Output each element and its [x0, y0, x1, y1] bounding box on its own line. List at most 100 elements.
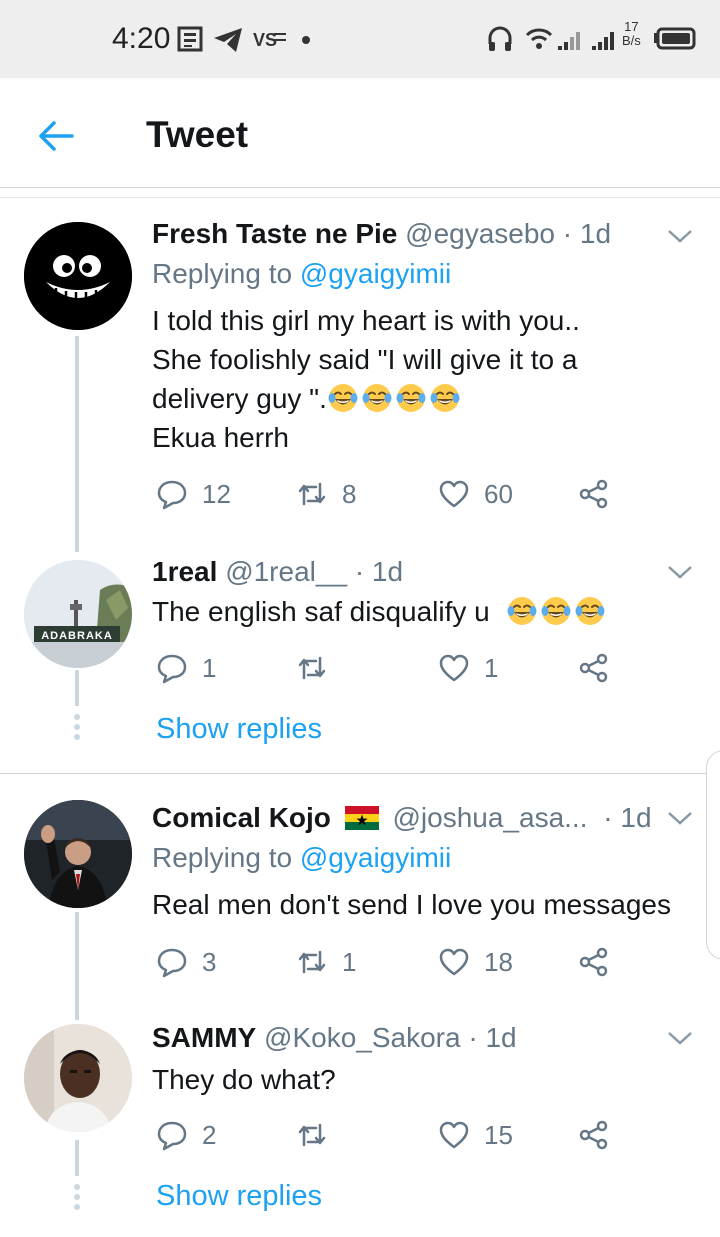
chevron-down-icon[interactable] [666, 808, 694, 828]
author-handle[interactable]: @1real__ [225, 556, 347, 587]
author-handle[interactable]: @Koko_Sakora [264, 1022, 461, 1053]
tweet-actions: 12 8 60 [156, 474, 626, 514]
vs-icon: VS [253, 30, 286, 50]
author-handle[interactable]: @joshua_asa... [392, 802, 587, 833]
show-replies-link[interactable]: Show replies [156, 1180, 322, 1213]
retweet-count: 1 [342, 946, 357, 977]
tweet-text: They do what? [152, 1064, 336, 1095]
reply-icon [157, 654, 187, 684]
heart-icon [439, 480, 469, 508]
reply-button[interactable]: 1 [156, 648, 216, 688]
tears-of-joy-emoji-icon [540, 595, 572, 627]
retweet-icon [298, 656, 326, 680]
tears-of-joy-emoji-icon [361, 382, 393, 414]
like-button[interactable]: 60 [438, 474, 513, 514]
retweet-button[interactable]: 1 [296, 942, 356, 982]
replying-prefix: Replying to [152, 258, 293, 289]
avatar[interactable] [24, 800, 132, 908]
author-name[interactable]: SAMMY [152, 1022, 256, 1053]
reply-icon [157, 1121, 187, 1151]
like-count: 15 [484, 1119, 513, 1150]
person-waving-avatar-icon [24, 800, 132, 908]
show-replies-link[interactable]: Show replies [156, 713, 322, 746]
tweet-actions: 2 15 [156, 1115, 626, 1155]
svg-text:VS: VS [253, 30, 277, 50]
like-button[interactable]: 18 [438, 942, 513, 982]
replying-prefix: Replying to [152, 842, 293, 873]
reply-button[interactable]: 2 [156, 1115, 216, 1155]
ghana-flag-icon [344, 806, 379, 830]
author-name[interactable]: 1real [152, 556, 217, 587]
replying-to-link[interactable]: @gyaigyimii [300, 258, 451, 289]
like-button[interactable]: 1 [438, 648, 498, 688]
like-count: 18 [484, 946, 513, 977]
speed-value: 17 [624, 19, 639, 34]
replying-to: Replying to @gyaigyimii [152, 258, 451, 290]
thread-dots [73, 1184, 81, 1214]
avatar[interactable] [24, 1024, 132, 1132]
share-button[interactable] [578, 1115, 610, 1155]
avatar[interactable]: ADABRAKA [24, 560, 132, 668]
replying-to-link[interactable]: @gyaigyimii [300, 842, 451, 873]
tweet-text: The english saf disqualify u [152, 592, 702, 631]
page-title: Tweet [146, 114, 249, 155]
smiley-avatar-icon [24, 222, 132, 330]
tears-of-joy-emoji-icon [574, 595, 606, 627]
tweet-time: · 1d [468, 1022, 517, 1053]
tweet-line: She foolishly said "I will give it to a [152, 344, 578, 375]
chevron-down-icon[interactable] [666, 226, 694, 246]
tweet-time: · 1d [603, 802, 652, 833]
like-button[interactable]: 15 [438, 1115, 513, 1155]
retweet-button[interactable]: 8 [296, 474, 356, 514]
share-icon [579, 479, 608, 509]
emoji-group [327, 383, 463, 414]
tweet-line: delivery guy ". [152, 379, 702, 418]
retweet-button[interactable] [296, 648, 342, 688]
tweet-actions: 1 1 [156, 648, 626, 688]
network-speed: 17 B/s [622, 20, 641, 48]
tweet-line: I told this girl my heart is with you.. [152, 305, 580, 336]
author-handle[interactable]: @egyasebo [405, 218, 555, 249]
thread-line [75, 336, 79, 552]
tears-of-joy-emoji-icon [429, 382, 461, 414]
battery-icon [654, 27, 696, 50]
chevron-down-icon[interactable] [666, 562, 694, 582]
street-sign-avatar-icon: ADABRAKA [24, 560, 132, 668]
share-icon [579, 653, 608, 683]
retweet-count: 8 [342, 478, 357, 509]
retweet-icon [298, 1123, 326, 1147]
tweet-time: · 1d [354, 556, 404, 587]
tweet-header: Comical Kojo @joshua_asa... · 1d [152, 802, 652, 834]
avatar[interactable] [24, 222, 132, 330]
author-name[interactable]: Fresh Taste ne Pie [152, 218, 397, 249]
tweet-header: 1real @1real__ · 1d [152, 556, 403, 588]
reply-button[interactable]: 12 [156, 474, 231, 514]
tweet-header: SAMMY @Koko_Sakora · 1d [152, 1022, 517, 1054]
author-name[interactable]: Comical Kojo [152, 802, 331, 833]
back-arrow-icon[interactable] [36, 116, 76, 156]
thread-dots [73, 714, 81, 744]
replying-to: Replying to @gyaigyimii [152, 842, 451, 874]
wifi-icon [525, 28, 553, 49]
tweet-text: I told this girl my heart is with you.. … [152, 301, 702, 457]
tweet-line-text: The english saf disqualify u [152, 596, 490, 627]
tweet-header: Fresh Taste ne Pie @egyasebo · 1d [152, 218, 611, 250]
heart-icon [439, 948, 469, 976]
share-button[interactable] [578, 474, 610, 514]
speed-unit: B/s [622, 33, 641, 48]
thread-line [75, 912, 79, 1020]
reply-icon [157, 480, 187, 510]
retweet-button[interactable] [296, 1115, 342, 1155]
chevron-down-icon[interactable] [666, 1028, 694, 1048]
scroll-handle[interactable] [706, 750, 720, 960]
heart-icon [439, 1121, 469, 1149]
share-button[interactable] [578, 942, 610, 982]
share-icon [579, 947, 608, 977]
telegram-icon [214, 28, 242, 52]
share-button[interactable] [578, 648, 610, 688]
heart-icon [439, 654, 469, 682]
avatar-caption: ADABRAKA [41, 630, 113, 642]
reply-button[interactable]: 3 [156, 942, 216, 982]
reply-count: 3 [202, 946, 217, 977]
thread-line [75, 670, 79, 706]
